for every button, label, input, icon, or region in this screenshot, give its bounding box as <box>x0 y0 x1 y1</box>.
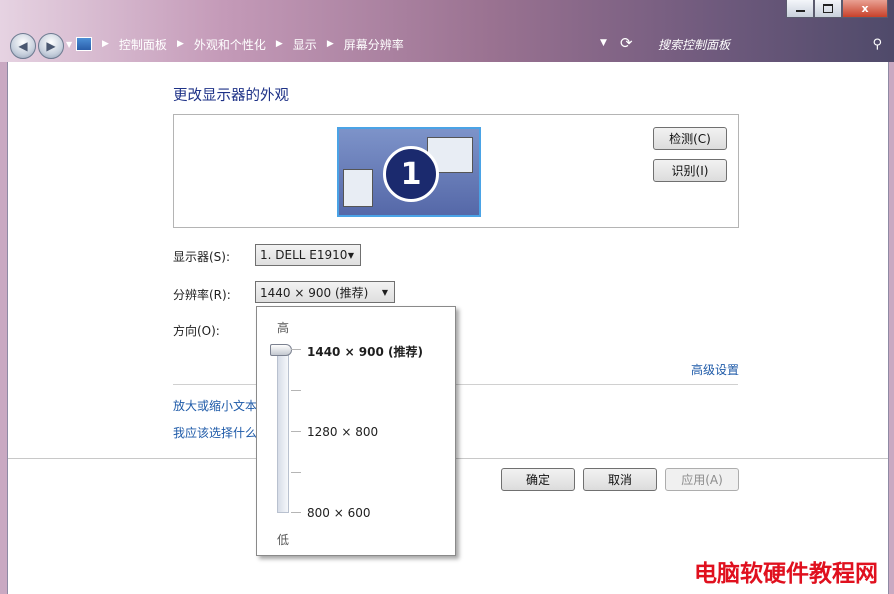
chevron-down-icon: ▼ <box>347 250 354 260</box>
breadcrumb-control-panel[interactable]: 控制面板 ▶ <box>119 36 194 53</box>
ok-button[interactable]: 确定 <box>501 468 575 491</box>
control-panel-icon <box>76 37 92 51</box>
display-label: 显示器(S): <box>173 250 231 264</box>
identify-button[interactable]: 识别(I) <box>653 159 727 182</box>
display-select-value: 1. DELL E1910 <box>260 248 348 262</box>
search-placeholder: 搜索控制面板 <box>658 37 731 52</box>
which-settings-link[interactable]: 我应该选择什么 <box>173 424 257 441</box>
watermark-text: 电脑软硬件教程网 <box>694 561 878 587</box>
monitor-number: 1 <box>383 146 439 202</box>
chevron-right-icon: ▶ <box>326 39 334 49</box>
chevron-down-icon: ▼ <box>381 287 388 297</box>
slider-tick <box>291 512 301 513</box>
detect-button[interactable]: 检测(C) <box>653 127 727 150</box>
resolution-option[interactable]: 1440 × 900 (推荐) <box>307 343 423 360</box>
resolution-select[interactable]: 1440 × 900 (推荐) ▼ <box>255 281 395 303</box>
cancel-button[interactable]: 取消 <box>583 468 657 491</box>
chevron-right-icon: ▶ <box>275 39 283 49</box>
slider-tick <box>291 431 301 432</box>
maximize-button[interactable] <box>814 0 842 18</box>
apply-button[interactable]: 应用(A) <box>665 468 739 491</box>
high-label: 高 <box>277 321 290 335</box>
resolution-option[interactable]: 800 × 600 <box>307 506 371 520</box>
monitor-preview: 1 检测(C) 识别(I) <box>173 114 739 228</box>
resolution-slider-thumb[interactable] <box>270 344 292 356</box>
advanced-settings-link[interactable]: 高级设置 <box>691 361 739 378</box>
low-label: 低 <box>277 533 290 547</box>
refresh-icon[interactable]: ⟳ <box>620 34 633 52</box>
slider-tick <box>291 390 301 391</box>
resolution-dropdown: 高 1440 × 900 (推荐) 1280 × 800 800 × 600 低 <box>256 306 456 556</box>
search-icon: ⚲ <box>872 36 882 52</box>
breadcrumb-display[interactable]: 显示 ▶ <box>293 36 344 53</box>
address-dropdown-chevron-icon[interactable]: ▼ <box>600 38 607 48</box>
resolution-select-value: 1440 × 900 (推荐) <box>260 285 369 300</box>
resolution-option[interactable]: 1280 × 800 <box>307 425 378 439</box>
slider-tick <box>291 472 301 473</box>
recent-pages-chevron-icon[interactable]: ▼ <box>66 40 72 49</box>
chevron-right-icon: ▶ <box>102 39 109 49</box>
orientation-label: 方向(O): <box>173 324 220 338</box>
text-size-link[interactable]: 放大或缩小文本 <box>173 397 257 414</box>
resolution-label: 分辨率(R): <box>173 288 231 302</box>
main-content: 更改显示器的外观 1 检测(C) 识别(I) 显示器(S): 1. DELL E… <box>7 62 889 594</box>
forward-button[interactable]: ▶ <box>38 33 64 59</box>
display-select[interactable]: 1. DELL E1910 ▼ <box>255 244 361 266</box>
arrow-right-icon: ▶ <box>46 39 56 53</box>
window-titlebar: x ◀ ▶ ▼ ▶ 控制面板 ▶ 外观和个性化 ▶ 显示 ▶ 屏幕分辨率 ▼ ⟳ 搜索… <box>0 0 894 62</box>
search-input[interactable]: 搜索控制面板 ⚲ <box>648 33 888 55</box>
resolution-slider-track[interactable] <box>277 351 289 513</box>
monitor-1-thumbnail[interactable]: 1 <box>337 127 481 217</box>
address-bar[interactable]: ▶ 控制面板 ▶ 外观和个性化 ▶ 显示 ▶ 屏幕分辨率 <box>76 33 596 55</box>
minimize-button[interactable] <box>786 0 814 18</box>
chevron-right-icon: ▶ <box>176 39 184 49</box>
breadcrumb-appearance[interactable]: 外观和个性化 ▶ <box>194 36 293 53</box>
back-button[interactable]: ◀ <box>10 33 36 59</box>
window-controls: x <box>786 0 888 18</box>
slider-tick <box>291 349 301 350</box>
arrow-left-icon: ◀ <box>18 39 28 53</box>
close-button[interactable]: x <box>842 0 888 18</box>
page-title: 更改显示器的外观 <box>173 88 289 104</box>
window-thumbnail <box>343 169 373 207</box>
breadcrumb-screen-resolution[interactable]: 屏幕分辨率 <box>344 36 404 53</box>
